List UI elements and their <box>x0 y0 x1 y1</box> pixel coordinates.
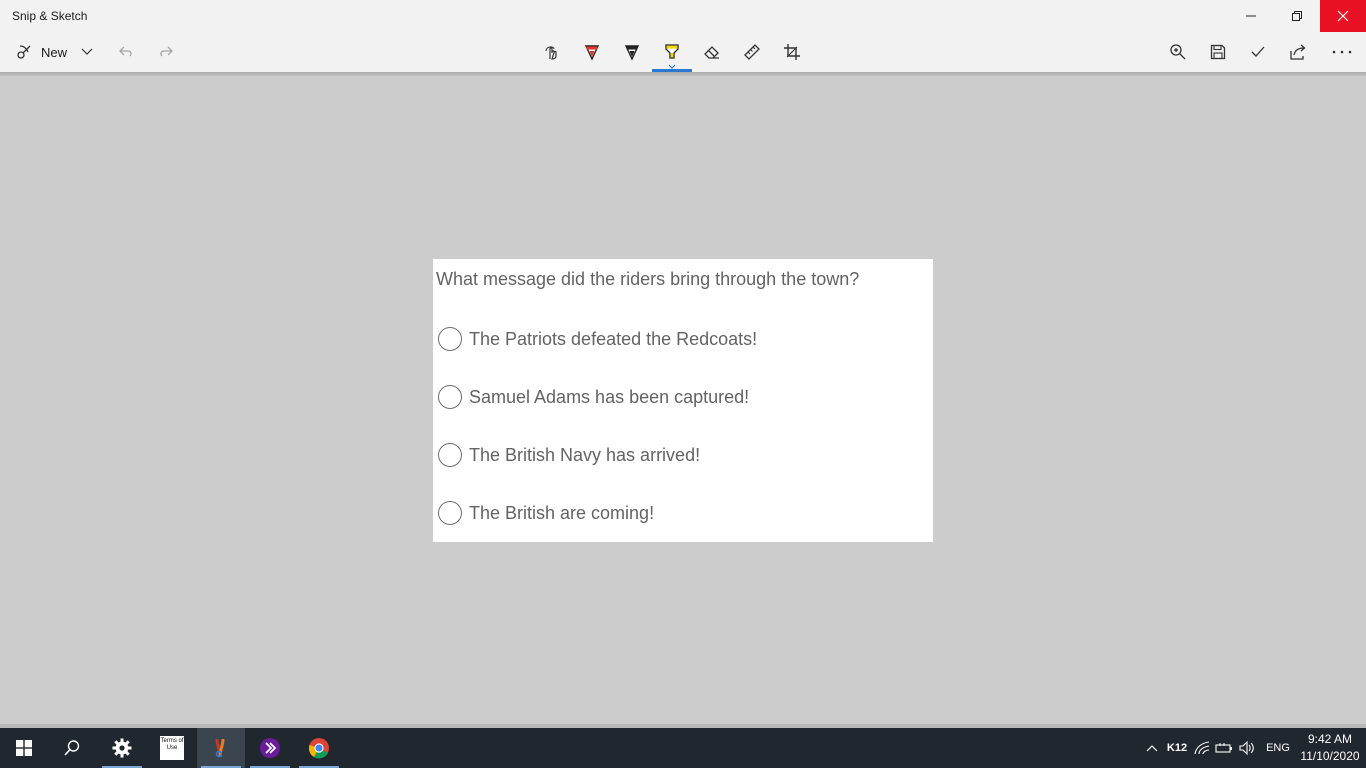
pencil-button[interactable] <box>612 32 652 72</box>
start-button[interactable] <box>0 728 48 768</box>
more-icon <box>1332 50 1352 54</box>
battery-icon <box>1215 743 1232 753</box>
radio-button[interactable] <box>438 501 462 525</box>
title-bar: Snip & Sketch <box>0 0 1366 32</box>
ruler-icon <box>744 44 760 60</box>
minimize-icon <box>1246 15 1256 17</box>
wifi-icon <box>1194 741 1210 755</box>
answer-label: The Patriots defeated the Redcoats! <box>469 328 758 349</box>
crop-button[interactable] <box>772 32 812 72</box>
search-button[interactable] <box>48 728 96 768</box>
taskbar-snip-sketch[interactable] <box>197 728 245 768</box>
ballpoint-pen-button[interactable] <box>572 32 612 72</box>
answer-option[interactable]: The British are coming! <box>438 500 654 526</box>
volume-icon <box>1239 741 1254 755</box>
taskbar-settings[interactable] <box>98 728 146 768</box>
copy-button[interactable] <box>1238 32 1278 72</box>
taskbar-terms-of-use[interactable]: Terms of Use <box>148 728 196 768</box>
crop-icon <box>784 44 800 60</box>
answer-label: The British Navy has arrived! <box>469 444 701 465</box>
eraser-button[interactable] <box>692 32 732 72</box>
radio-button[interactable] <box>438 327 462 351</box>
chrome-icon <box>308 738 329 759</box>
highlighter-icon <box>665 44 679 59</box>
radio-button[interactable] <box>438 385 462 409</box>
settings-icon <box>112 738 132 758</box>
taskbar-chrome[interactable] <box>295 728 343 768</box>
answer-label: Samuel Adams has been captured! <box>469 386 750 407</box>
clock[interactable]: 9:42 AM 11/10/2020 <box>1298 731 1362 765</box>
search-icon <box>64 740 80 756</box>
share-icon <box>1290 44 1306 60</box>
restore-icon <box>1292 11 1302 21</box>
radio-button[interactable] <box>438 443 462 467</box>
toolbar-shadow <box>0 72 1366 76</box>
zoom-icon <box>1170 44 1186 60</box>
save-button[interactable] <box>1198 32 1238 72</box>
clock-time: 9:42 AM <box>1307 732 1353 746</box>
ballpoint-pen-icon <box>584 45 600 61</box>
restore-button[interactable] <box>1274 0 1320 32</box>
snip-image: What message did the riders bring throug… <box>433 259 933 542</box>
language-indicator[interactable]: ENG <box>1262 728 1294 768</box>
battery-button[interactable] <box>1214 728 1234 768</box>
question-text: What message did the riders bring throug… <box>436 269 860 289</box>
copy-checkmark-icon <box>1251 46 1265 57</box>
save-icon <box>1210 44 1226 60</box>
show-hidden-icons-button[interactable] <box>1142 728 1162 768</box>
close-icon <box>1337 10 1349 22</box>
answer-option[interactable]: The British Navy has arrived! <box>438 442 700 468</box>
redo-icon <box>160 46 173 57</box>
touch-writing-button[interactable] <box>532 32 572 72</box>
k12-tray-label[interactable]: K12 <box>1164 728 1190 768</box>
power-automate-icon <box>260 738 280 758</box>
new-snip-button[interactable]: New <box>8 32 100 72</box>
new-snip-icon <box>17 45 31 59</box>
taskbar: Terms of Use K12 ENG 9:42 AM 11/10/2020 <box>0 728 1366 768</box>
answer-label: The British are coming! <box>469 502 655 523</box>
share-button[interactable] <box>1278 32 1318 72</box>
clock-date: 11/10/2020 <box>1300 749 1360 763</box>
terms-of-use-text: Terms of Use <box>160 738 184 751</box>
touch-writing-icon <box>545 46 557 60</box>
undo-icon <box>119 46 132 57</box>
close-button[interactable] <box>1320 0 1366 32</box>
snip-sketch-icon <box>215 738 225 758</box>
redo-button[interactable] <box>154 32 178 72</box>
answer-option[interactable]: The Patriots defeated the Redcoats! <box>438 326 757 352</box>
answer-option[interactable]: Samuel Adams has been captured! <box>438 384 749 410</box>
chevron-down-icon[interactable] <box>81 48 93 56</box>
network-button[interactable] <box>1192 728 1212 768</box>
undo-button[interactable] <box>114 32 138 72</box>
pencil-icon <box>624 45 640 61</box>
eraser-icon <box>704 46 719 59</box>
windows-start-icon <box>16 740 32 756</box>
toolbar: New <box>0 32 1366 72</box>
terms-of-use-icon: Terms of Use <box>160 736 184 760</box>
new-label: New <box>40 44 67 60</box>
volume-button[interactable] <box>1237 728 1257 768</box>
more-options-button[interactable] <box>1322 32 1362 72</box>
minimize-button[interactable] <box>1228 0 1274 32</box>
ruler-button[interactable] <box>732 32 772 72</box>
zoom-button[interactable] <box>1158 32 1198 72</box>
tray-chevron-up-icon <box>1146 745 1158 752</box>
taskbar-power-automate[interactable] <box>246 728 294 768</box>
app-title: Snip & Sketch <box>12 9 88 23</box>
